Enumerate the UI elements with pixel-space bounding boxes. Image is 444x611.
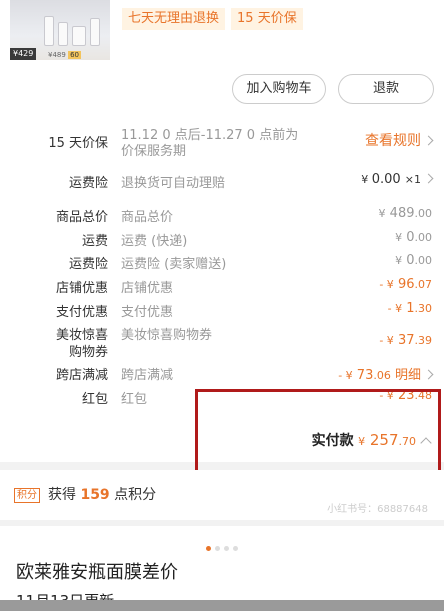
breakdown-desc: 美妆惊喜购物券 xyxy=(121,328,213,343)
thumb-price-tag: ¥429 xyxy=(10,48,37,60)
watermark-text: 小红书号：68887648 xyxy=(327,504,428,515)
breakdown-desc: 跨店满减 xyxy=(121,368,174,383)
breakdown-label: 跨店满减 xyxy=(55,368,108,383)
breakdown-desc: 运费险 (卖家赠送) xyxy=(121,257,227,272)
breakdown-amount: - ¥ 1.30 xyxy=(387,301,432,316)
price-protect-desc-2: 价保服务期 xyxy=(121,144,187,159)
points-badge: 积分 xyxy=(14,488,40,503)
freight-insurance-amount[interactable]: ¥ 0.00 ×1 xyxy=(361,172,434,187)
price-protect-label: 15 天价保 xyxy=(48,136,108,151)
breakdown-desc: 店铺优惠 xyxy=(121,281,174,296)
highlight-box xyxy=(195,389,441,478)
breakdown-label: 商品总价 xyxy=(55,210,108,225)
detail-link[interactable]: 明细 xyxy=(395,368,421,383)
service-tags: 七天无理由退换 15 天价保 xyxy=(122,8,303,30)
thumb-price-strip: ¥489 60 xyxy=(48,51,81,59)
breakdown-amount[interactable]: - ¥ 73.06 明细 xyxy=(338,364,434,383)
breakdown-label: 店铺优惠 xyxy=(55,281,108,296)
breakdown-desc: 运费 (快递) xyxy=(121,234,188,249)
carousel-dot[interactable] xyxy=(206,546,211,551)
bottle-shape xyxy=(72,26,86,46)
breakdown-amount: - ¥ 96.07 xyxy=(379,277,432,292)
breakdown-desc: 红包 xyxy=(121,392,148,407)
bottom-overlay xyxy=(0,600,444,611)
info-title: 欧莱雅安瓶面膜差价 xyxy=(16,562,178,583)
info-section: 欧莱雅安瓶面膜差价 11月13日更新 xyxy=(0,526,444,611)
view-rules-link[interactable]: 查看规则 xyxy=(365,130,434,150)
breakdown-label: 运费险 xyxy=(68,257,108,272)
tag-seven-day-return: 七天无理由退换 xyxy=(122,8,226,30)
points-bar: 积分 获得 159 点积分 小红书号：68887648 xyxy=(0,470,444,520)
tag-price-protect: 15 天价保 xyxy=(231,8,303,30)
breakdown-amount: ¥ 489.00 xyxy=(378,206,432,221)
bottle-shape xyxy=(44,16,54,46)
breakdown-amount: ¥ 0.00 xyxy=(395,253,432,268)
breakdown-label: 支付优惠 xyxy=(55,305,108,320)
carousel-dot[interactable] xyxy=(224,546,229,551)
carousel-dot[interactable] xyxy=(233,546,238,551)
chevron-right-icon xyxy=(423,173,434,184)
bottle-shape xyxy=(90,18,100,46)
product-thumbnail[interactable]: ¥429 ¥489 60 xyxy=(10,0,110,60)
refund-button[interactable]: 退款 xyxy=(338,74,434,104)
breakdown-label: 运费 xyxy=(81,234,108,249)
freight-insurance-label: 运费险 xyxy=(68,176,108,191)
points-text: 获得 159 点积分 xyxy=(48,487,157,503)
freight-insurance-desc: 退换货可自动理赔 xyxy=(121,176,226,191)
breakdown-desc: 商品总价 xyxy=(121,210,174,225)
breakdown-amount: ¥ 0.00 xyxy=(395,230,432,245)
breakdown-amount: - ¥ 37.39 xyxy=(379,333,432,348)
carousel-dots xyxy=(0,536,444,555)
bottle-shape xyxy=(58,22,68,46)
breakdown-label: 红包 xyxy=(81,392,108,407)
chevron-right-icon xyxy=(423,135,434,146)
chevron-right-icon xyxy=(423,369,434,380)
breakdown-label-line2: 购物券 xyxy=(68,345,108,360)
breakdown-desc: 支付优惠 xyxy=(121,305,174,320)
add-to-cart-button[interactable]: 加入购物车 xyxy=(232,74,326,104)
carousel-dot[interactable] xyxy=(215,546,220,551)
